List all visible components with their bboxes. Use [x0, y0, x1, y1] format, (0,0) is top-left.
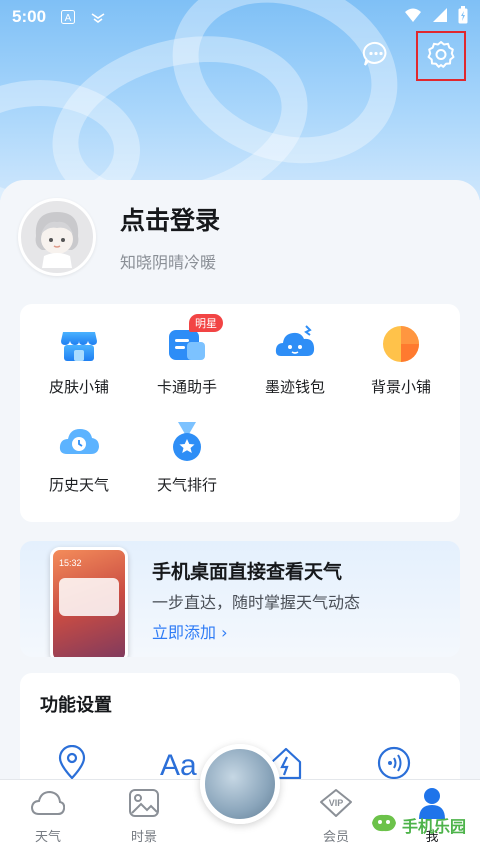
- tool-skin-shop[interactable]: 皮肤小铺: [24, 304, 134, 396]
- battery-icon: [458, 6, 468, 28]
- font-size-icon[interactable]: Aa: [160, 745, 204, 781]
- tool-label: 卡通助手: [156, 378, 217, 396]
- login-area[interactable]: 点击登录 知晓阴晴冷暖: [18, 198, 220, 276]
- tool-label: 墨迹钱包: [264, 378, 325, 396]
- center-weather-ball-button[interactable]: [200, 744, 280, 824]
- history-weather-icon: [57, 420, 101, 464]
- svg-text:VIP: VIP: [329, 798, 344, 808]
- notification-logo-icon: [90, 9, 106, 25]
- weather-cloud-icon: [31, 786, 65, 820]
- star-badge: 明星: [189, 314, 223, 332]
- login-title[interactable]: 点击登录: [120, 201, 220, 237]
- tool-label: 天气排行: [156, 476, 217, 494]
- nav-vip[interactable]: VIP 会员: [306, 786, 366, 845]
- nav-weather[interactable]: 天气: [18, 786, 78, 845]
- svg-text:Aa: Aa: [160, 749, 197, 781]
- watermark: 手机乐园: [370, 812, 466, 838]
- status-time: 5:00: [12, 7, 47, 26]
- photo-icon: [127, 786, 161, 820]
- svg-text:A: A: [65, 13, 72, 24]
- phone-preview-widget: [59, 578, 119, 616]
- profile-panel: 点击登录 知晓阴晴冷暖 皮肤小铺 明星 卡通助手 墨迹钱包 背景小铺 历史天气 …: [0, 180, 480, 813]
- nav-label: 会员: [322, 830, 349, 845]
- tool-label: 背景小铺: [370, 378, 431, 396]
- tool-history-weather[interactable]: 历史天气: [24, 402, 134, 494]
- nav-photo[interactable]: 时景: [114, 786, 174, 845]
- nav-label: 时景: [130, 830, 157, 845]
- watermark-text: 手机乐园: [402, 817, 467, 836]
- add-now-link[interactable]: 立即添加 ›: [152, 619, 228, 643]
- wifi-icon: [404, 7, 422, 27]
- chat-bubble-icon: [362, 40, 390, 72]
- promo-subtitle: 一步直达，随时掌握天气动态: [152, 593, 361, 612]
- vip-icon: VIP: [319, 786, 353, 820]
- phone-preview-image: 15:32: [50, 547, 128, 657]
- watermark-logo-icon: [370, 812, 398, 838]
- tool-label: 皮肤小铺: [48, 378, 109, 396]
- settings-button[interactable]: [416, 31, 466, 81]
- promo-title: 手机桌面直接查看天气: [152, 561, 343, 583]
- gear-icon: [426, 39, 456, 73]
- background-shop-icon: [379, 322, 423, 366]
- function-settings-title: 功能设置: [40, 695, 112, 716]
- shop-icon: [57, 322, 101, 366]
- cartoon-assistant-icon: 明星: [165, 314, 223, 366]
- desktop-widget-promo[interactable]: 15:32 手机桌面直接查看天气 一步直达，随时掌握天气动态 立即添加 ›: [20, 541, 460, 657]
- message-button[interactable]: [356, 34, 396, 78]
- phone-preview-time: 15:32: [59, 558, 82, 568]
- avatar[interactable]: [18, 198, 96, 276]
- weather-rank-icon: [165, 420, 209, 464]
- tool-background-shop[interactable]: 背景小铺: [346, 304, 456, 396]
- status-bar: 5:00 A: [0, 0, 480, 34]
- location-icon[interactable]: [54, 745, 90, 781]
- nav-label: 天气: [34, 830, 61, 845]
- tool-weather-rank[interactable]: 天气排行: [132, 402, 242, 494]
- tool-label: 历史天气: [48, 476, 109, 494]
- tool-wallet[interactable]: 墨迹钱包: [240, 304, 350, 396]
- tool-cartoon-assistant[interactable]: 明星 卡通助手: [132, 304, 242, 396]
- voice-broadcast-icon[interactable]: [376, 745, 412, 781]
- tools-card: 皮肤小铺 明星 卡通助手 墨迹钱包 背景小铺 历史天气 天气排行: [20, 304, 460, 522]
- login-subtitle: 知晓阴晴冷暖: [120, 253, 217, 272]
- signal-icon: [432, 7, 448, 27]
- notification-a-icon: A: [60, 9, 76, 25]
- wallet-icon: [273, 322, 317, 366]
